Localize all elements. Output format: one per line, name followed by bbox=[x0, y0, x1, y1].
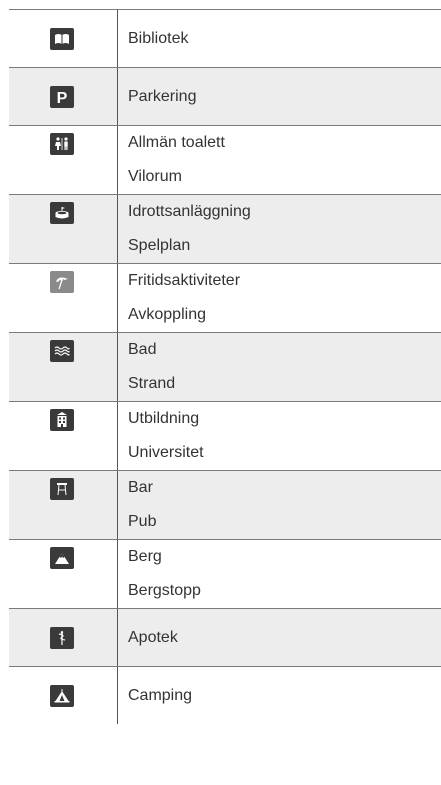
table-row: Idrottsanläggning Spelplan bbox=[9, 194, 441, 263]
icon-cell bbox=[9, 10, 118, 67]
poi-label: Berg bbox=[128, 548, 162, 565]
icon-cell bbox=[9, 402, 118, 470]
icon-cell bbox=[9, 126, 118, 194]
label-cell: Parkering bbox=[118, 68, 441, 125]
poi-label: Fritidsaktiviteter bbox=[128, 272, 241, 289]
icon-cell bbox=[9, 264, 118, 332]
pharmacy-icon bbox=[50, 627, 74, 649]
poi-label: Bad bbox=[128, 341, 157, 358]
poi-label: Apotek bbox=[128, 629, 178, 646]
svg-text:P: P bbox=[57, 90, 68, 105]
icon-cell bbox=[9, 471, 118, 539]
table-row: Utbildning Universitet bbox=[9, 401, 441, 470]
table-row: Bibliotek bbox=[9, 9, 441, 67]
table-row: Bar Pub bbox=[9, 470, 441, 539]
icon-cell bbox=[9, 667, 118, 724]
parking-icon: P bbox=[50, 86, 74, 108]
label-cell: Bibliotek bbox=[118, 10, 441, 67]
mountain-icon bbox=[50, 547, 74, 569]
label-cell: Utbildning Universitet bbox=[118, 402, 441, 470]
table-row: Allmän toalett Vilorum bbox=[9, 125, 441, 194]
poi-label: Spelplan bbox=[128, 237, 191, 254]
poi-label: Allmän toalett bbox=[128, 134, 225, 151]
table-row: Berg Bergstopp bbox=[9, 539, 441, 608]
icon-cell: P bbox=[9, 68, 118, 125]
poi-label: Utbildning bbox=[128, 410, 200, 427]
label-cell: Allmän toalett Vilorum bbox=[118, 126, 441, 194]
label-cell: Apotek bbox=[118, 609, 441, 666]
label-cell: Camping bbox=[118, 667, 441, 724]
toilet-icon bbox=[50, 133, 74, 155]
table-row: Camping bbox=[9, 666, 441, 724]
icon-cell bbox=[9, 195, 118, 263]
bar-stool-icon bbox=[50, 478, 74, 500]
icon-cell bbox=[9, 609, 118, 666]
poi-label: Universitet bbox=[128, 444, 204, 461]
icon-cell bbox=[9, 540, 118, 608]
poi-label: Camping bbox=[128, 687, 193, 704]
poi-label: Strand bbox=[128, 375, 176, 392]
label-cell: Bad Strand bbox=[118, 333, 441, 401]
label-cell: Fritidsaktiviteter Avkoppling bbox=[118, 264, 441, 332]
waves-icon bbox=[50, 340, 74, 362]
label-cell: Berg Bergstopp bbox=[118, 540, 441, 608]
poi-label: Parkering bbox=[128, 88, 197, 105]
table-row: Apotek bbox=[9, 608, 441, 666]
school-building-icon bbox=[50, 409, 74, 431]
poi-label: Bergstopp bbox=[128, 582, 201, 599]
label-cell: Idrottsanläggning Spelplan bbox=[118, 195, 441, 263]
poi-label: Pub bbox=[128, 513, 157, 530]
poi-label: Avkoppling bbox=[128, 306, 206, 323]
book-icon bbox=[50, 28, 74, 50]
poi-label: Bar bbox=[128, 479, 153, 496]
tent-icon bbox=[50, 685, 74, 707]
beach-umbrella-icon bbox=[50, 271, 74, 293]
poi-label: Vilorum bbox=[128, 168, 182, 185]
poi-icon-table: Bibliotek P Parkering Allmän toalett Vil… bbox=[9, 9, 441, 724]
table-row: P Parkering bbox=[9, 67, 441, 125]
icon-cell bbox=[9, 333, 118, 401]
poi-label: Bibliotek bbox=[128, 30, 189, 47]
poi-label: Idrottsanläggning bbox=[128, 203, 251, 220]
table-row: Bad Strand bbox=[9, 332, 441, 401]
table-row: Fritidsaktiviteter Avkoppling bbox=[9, 263, 441, 332]
label-cell: Bar Pub bbox=[118, 471, 441, 539]
stadium-icon bbox=[50, 202, 74, 224]
